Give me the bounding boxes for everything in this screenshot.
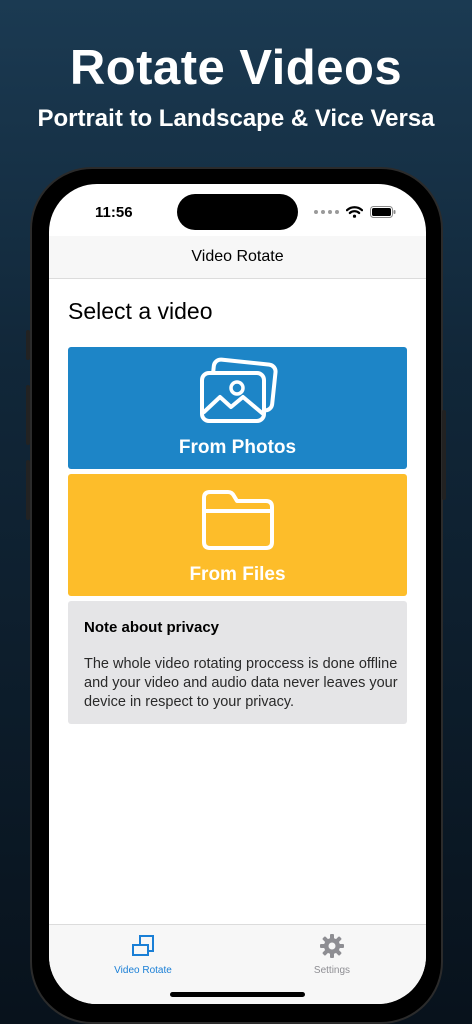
home-indicator (170, 992, 305, 997)
privacy-title: Note about privacy (84, 619, 220, 636)
tab-video-rotate-label: Video Rotate (114, 965, 172, 976)
navigation-bar: Video Rotate (49, 236, 426, 279)
hero-subtitle: Portrait to Landscape & Vice Versa (37, 105, 435, 132)
signal-dots-icon (314, 210, 339, 214)
nav-title: Video Rotate (191, 248, 284, 265)
gear-icon (272, 931, 392, 961)
tab-video-rotate[interactable]: Video Rotate (83, 931, 203, 976)
power-button (442, 410, 446, 500)
phone-screen: 11:56 Video Rotate Select a video From P… (49, 184, 426, 1004)
wifi-icon (346, 206, 363, 218)
hero-title: Rotate Videos (69, 41, 403, 95)
photos-icon (68, 357, 407, 429)
side-button (26, 330, 30, 360)
from-photos-label: From Photos (178, 437, 297, 458)
folder-icon (68, 484, 407, 556)
page-title: Select a video (68, 298, 213, 324)
rotate-icon (83, 931, 203, 961)
volume-up-button (26, 385, 30, 445)
tab-settings-label: Settings (313, 965, 351, 976)
dynamic-island (177, 194, 298, 230)
battery-icon (370, 206, 396, 218)
from-files-button[interactable]: From Files (68, 474, 407, 596)
status-time: 11:56 (95, 204, 133, 221)
status-icons (314, 206, 396, 218)
volume-down-button (26, 460, 30, 520)
from-files-label: From Files (189, 564, 286, 585)
from-photos-button[interactable]: From Photos (68, 347, 407, 469)
status-bar: 11:56 (49, 184, 426, 236)
privacy-body: The whole video rotating proccess is don… (84, 656, 398, 710)
privacy-note: Note about privacy The whole video rotat… (68, 601, 407, 724)
tab-settings[interactable]: Settings (272, 931, 392, 976)
